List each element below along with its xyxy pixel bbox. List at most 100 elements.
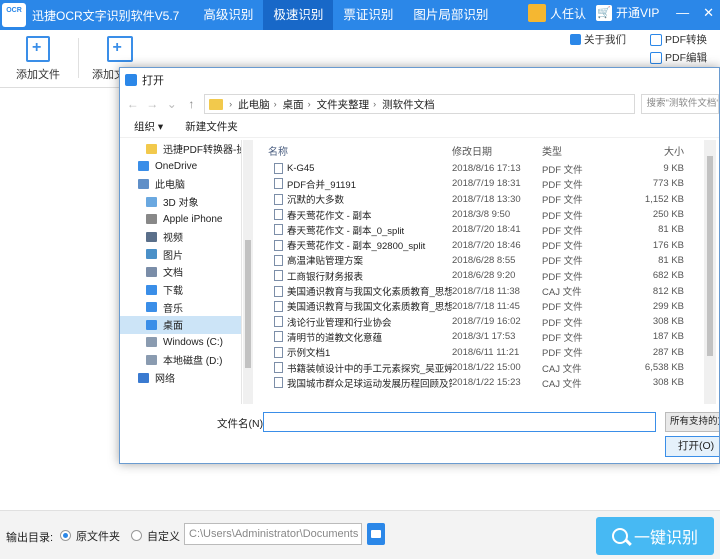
- file-type: PDF 文件: [542, 195, 583, 207]
- pdf-convert-label: PDF转换: [665, 34, 707, 46]
- column-date[interactable]: 修改日期: [452, 143, 542, 158]
- file-row[interactable]: 示例文档1 2018/6/11 11:21 PDF 文件 287 KB: [262, 345, 692, 360]
- file-row[interactable]: 浅论行业管理和行业协会 2018/7/19 16:02 PDF 文件 308 KB: [262, 314, 692, 329]
- nav-item-4[interactable]: Apple iPhone: [120, 210, 241, 228]
- file-row[interactable]: 清明节的道教文化意蕴 2018/3/1 17:53 PDF 文件 187 KB: [262, 329, 692, 344]
- nav-item-3[interactable]: 3D 对象: [120, 193, 241, 211]
- file-name: 我国城市群众足球运动发展历程回顾及策...: [262, 376, 452, 390]
- file-list-scrollbar[interactable]: [704, 140, 716, 404]
- file-type: CAJ 文件: [542, 378, 582, 390]
- file-row[interactable]: 工商银行财务报表 2018/6/28 9:20 PDF 文件 682 KB: [262, 268, 692, 283]
- minimize-button[interactable]: —: [676, 5, 689, 21]
- file-row[interactable]: 春天莺花作文 - 副本_92800_split 2018/7/20 18:46 PD…: [262, 237, 692, 252]
- file-list-scroll-thumb[interactable]: [707, 156, 713, 356]
- nav-item-2[interactable]: 此电脑: [120, 175, 241, 193]
- add-file-button[interactable]: 添加文件: [16, 36, 60, 82]
- column-type[interactable]: 类型: [542, 143, 632, 158]
- pdf-file-icon: [274, 270, 283, 282]
- file-name: 春天莺花作文 - 副本_92800_split: [262, 238, 452, 252]
- file-date: 2018/7/18 11:45: [452, 300, 520, 312]
- app-tab-3[interactable]: 图片局部识别: [403, 0, 498, 30]
- app-tabs: 高级识别 极速识别 票证识别 图片局部识别: [193, 0, 498, 30]
- vip-button[interactable]: 🛒 开通VIP: [596, 4, 659, 21]
- nav-item-12[interactable]: 本地磁盘 (D:): [120, 351, 241, 369]
- file-row[interactable]: 沉默的大多数 2018/7/18 13:30 PDF 文件 1,152 KB: [262, 192, 692, 207]
- nav-item-8[interactable]: 下载: [120, 281, 241, 299]
- radio-original-folder[interactable]: [60, 530, 71, 541]
- radio-custom-folder[interactable]: [131, 530, 142, 541]
- navigation-scrollbar[interactable]: [243, 140, 253, 404]
- dialog-app-icon: [125, 74, 137, 86]
- app-tab-2[interactable]: 票证识别: [333, 0, 403, 30]
- file-row[interactable]: 我国城市群众足球运动发展历程回顾及策... 2018/1/22 15:23 CAJ …: [262, 375, 692, 390]
- file-size: 287 KB: [652, 346, 684, 358]
- nav-item-1[interactable]: OneDrive: [120, 158, 241, 176]
- nav-item-7[interactable]: 文档: [120, 263, 241, 281]
- browse-folder-button[interactable]: [367, 523, 385, 545]
- pdf-file-icon: [274, 346, 283, 358]
- file-type: PDF 文件: [542, 164, 583, 176]
- recent-chevron-icon[interactable]: ⌄: [165, 97, 179, 111]
- breadcrumb-folder-organize[interactable]: 文件夹整理: [317, 97, 370, 112]
- column-name[interactable]: 名称: [262, 143, 452, 158]
- file-size: 187 KB: [652, 331, 684, 343]
- app-tab-1[interactable]: 极速识别: [263, 0, 334, 30]
- breadcrumb-this-pc[interactable]: 此电脑: [238, 97, 270, 112]
- file-row[interactable]: 春天莺花作文 - 副本_0_split 2018/7/20 18:41 PDF 文件…: [262, 222, 692, 237]
- column-size[interactable]: 大小: [632, 143, 684, 158]
- file-date: 2018/8/16 17:13: [452, 163, 521, 175]
- user-account[interactable]: 人任认: [528, 4, 586, 22]
- about-us-button[interactable]: 关于我们: [570, 32, 626, 46]
- file-date: 2018/7/18 13:30: [452, 193, 521, 205]
- nav-item-9[interactable]: 音乐: [120, 298, 241, 316]
- folder-icon: [146, 143, 157, 154]
- close-button[interactable]: ✕: [703, 5, 714, 21]
- nav-item-label: 网络: [155, 374, 175, 386]
- file-row[interactable]: K-G45 2018/8/16 17:13 PDF 文件 9 KB: [262, 161, 692, 176]
- folder-icon: [209, 98, 224, 110]
- file-row[interactable]: 春天莺花作文 - 副本 2018/3/8 9:50 PDF 文件 250 KB: [262, 207, 692, 222]
- nav-item-6[interactable]: 图片: [120, 246, 241, 264]
- forward-arrow-icon[interactable]: →: [146, 97, 160, 111]
- file-type-filter[interactable]: 所有支持的文件: [665, 412, 719, 432]
- nav-item-13[interactable]: 网络: [120, 369, 241, 387]
- organize-menu[interactable]: 组织 ▾: [134, 119, 163, 134]
- one-click-ocr-button[interactable]: 一键识别: [596, 517, 714, 555]
- file-size: 81 KB: [658, 224, 684, 236]
- toolbar-divider: [78, 38, 79, 78]
- file-size: 250 KB: [652, 209, 684, 221]
- output-path-input[interactable]: C:\Users\Administrator\Documents: [184, 523, 362, 545]
- filename-label: 文件名(N):: [217, 418, 266, 430]
- file-type: PDF 文件: [542, 179, 583, 191]
- nav-item-10[interactable]: 桌面: [120, 315, 241, 334]
- open-button[interactable]: 打开(O): [665, 436, 719, 457]
- new-folder-button[interactable]: 新建文件夹: [185, 119, 238, 134]
- dialog-search-input[interactable]: 搜索"测软件文档": [641, 94, 719, 114]
- radio-original-label: 原文件夹: [76, 531, 120, 543]
- file-row[interactable]: PDF合并_91191 2018/7/19 18:31 PDF 文件 773 KB: [262, 176, 692, 191]
- file-row[interactable]: 书籍装帧设计中的手工元素探究_吴亚婷... 2018/1/22 15:00 CAJ …: [262, 360, 692, 375]
- nav-item-label: 音乐: [163, 303, 183, 315]
- up-arrow-icon[interactable]: ↑: [185, 97, 199, 111]
- navigation-pane: 迅捷PDF转换器-操作 OneDrive 此电脑 3D 对象 Apple iPhone 视…: [120, 140, 242, 404]
- filename-input[interactable]: [263, 412, 656, 432]
- nav-item-label: 3D 对象: [163, 198, 199, 210]
- nav-item-11[interactable]: Windows (C:): [120, 334, 241, 352]
- phone-icon: [146, 214, 157, 225]
- file-type: PDF 文件: [542, 317, 583, 329]
- nav-item-label: Apple iPhone: [163, 213, 223, 225]
- file-row[interactable]: 美国通识教育与我国文化素质教育_思想... 2018/7/18 11:38 CAJ …: [262, 283, 692, 298]
- app-tab-0[interactable]: 高级识别: [193, 0, 263, 30]
- breadcrumb-test-docs[interactable]: 测软件文档: [382, 97, 435, 112]
- address-path[interactable]: › 此电脑 › 桌面 › 文件夹整理 › 测软件文档: [204, 94, 636, 114]
- file-row[interactable]: 美国通识教育与我国文化素质教育_思想... 2018/7/18 11:45 PDF …: [262, 299, 692, 314]
- file-row[interactable]: 高温津贴管理方案 2018/6/28 8:55 PDF 文件 81 KB: [262, 253, 692, 268]
- breadcrumb-desktop[interactable]: 桌面: [283, 97, 304, 112]
- back-arrow-icon[interactable]: ←: [126, 97, 140, 111]
- pdf-convert-button[interactable]: PDF转换: [650, 32, 707, 47]
- navigation-scroll-thumb[interactable]: [245, 240, 251, 368]
- file-type: PDF 文件: [542, 302, 583, 314]
- nav-item-5[interactable]: 视频: [120, 228, 241, 246]
- pdf-edit-button[interactable]: PDF编辑: [650, 50, 707, 65]
- nav-item-0[interactable]: 迅捷PDF转换器-操作: [120, 140, 241, 158]
